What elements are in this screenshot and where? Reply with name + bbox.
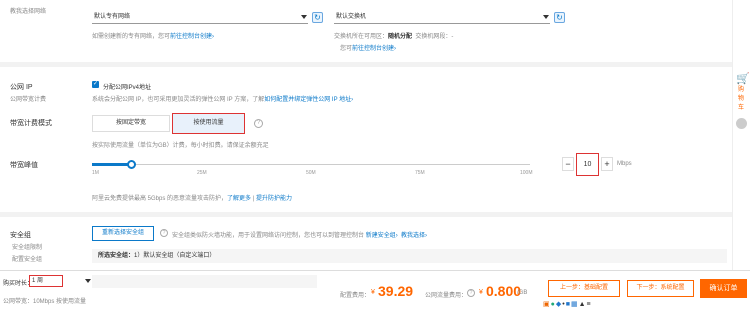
bandwidth-label: 带宽峰值 [10, 162, 38, 169]
vpc-console-link[interactable]: 前往控制台创建› [170, 34, 214, 40]
vswitch-select[interactable]: 默认交换机 [334, 12, 550, 24]
bandwidth-increment-button[interactable]: + [601, 157, 613, 171]
learn-more-link[interactable]: 了解更多 [227, 196, 251, 202]
traffic-fee-label: 公网流量费用： [425, 293, 468, 299]
billing-desc: 按实际使用流量（单位为GB）计费，每小时扣费。请保证余额充足 [92, 143, 269, 149]
slider-tick: 50M [306, 170, 316, 176]
confirm-order-button[interactable]: 确认订单 [700, 279, 747, 298]
traffic-fee-value: 0.800 [486, 283, 522, 299]
vswitch-select-value: 默认交换机 [336, 14, 367, 20]
vpc-select[interactable]: 默认专有网络 [92, 12, 308, 24]
bandwidth-slider-track[interactable] [92, 164, 530, 165]
config-fee-currency: ¥ [371, 289, 375, 296]
order-footer: 购买时长： 1 周 公网带宽：10Mbps 按使用流量 配置费用： ¥ 39.2… [0, 270, 750, 313]
user-icon[interactable]: ▲ [579, 301, 587, 308]
cart-label[interactable]: 购物车 [738, 86, 746, 113]
slider-tick: 1M [92, 170, 99, 176]
vswitch-zone-info: 交换机所在可用区：随机分配 交换机网段：- [334, 34, 454, 40]
vswitch-hint: 您可前往控制台创建› [340, 46, 397, 52]
chevron-down-icon[interactable] [85, 279, 91, 283]
public-ip-checkbox-label: 分配公网IPv4地址 [103, 85, 152, 91]
traffic-fee-currency: ¥ [479, 289, 483, 296]
bandwidth-unit: Mbps [617, 161, 632, 167]
app-icon[interactable]: ▣ [543, 301, 551, 308]
selected-security-group: 所选安全组：1）默认安全组（自定义端口） [92, 249, 727, 263]
prev-step-button[interactable]: 上一步：基础配置 [548, 280, 620, 297]
vpc-select-value: 默认专有网络 [94, 14, 131, 20]
right-sidebar: 🛒 购物车 [732, 0, 750, 270]
billing-fixed-button[interactable]: 按固定带宽 [92, 115, 170, 132]
refresh-vpc-icon[interactable]: ↻ [312, 12, 323, 23]
security-group-label: 安全组 [10, 232, 31, 239]
billing-mode-label: 带宽计费模式 [10, 120, 52, 127]
help-icon[interactable]: ? [254, 119, 263, 128]
security-group-sub1: 安全组限制 [12, 245, 43, 251]
config-fee-value: 39.29 [378, 283, 414, 299]
network-label: 教我选择网络 [10, 9, 47, 15]
bandwidth-desc: 阿里云免费提供最高 5Gbps 的恶意流量攻击防护，了解更多 | 提升防护能力 [92, 196, 292, 202]
chevron-down-icon [301, 15, 307, 19]
help-choose-link[interactable]: 教我选择› [401, 233, 427, 239]
toolbar-icons[interactable]: ▣●◆•■▦▲≡ [543, 300, 633, 310]
bandwidth-decrement-button[interactable]: − [562, 157, 574, 171]
refresh-vswitch-icon[interactable]: ↻ [554, 12, 565, 23]
traffic-fee-unit: /GB [517, 290, 528, 296]
section-divider [0, 62, 750, 67]
reselect-security-group-button[interactable]: 重新选择安全组 [92, 226, 154, 241]
public-ip-label: 公网 IP [10, 84, 33, 91]
cart-icon[interactable]: 🛒 [736, 72, 750, 85]
vpc-hint: 如需创建新的专有网络，您可前往控制台创建› [92, 34, 215, 40]
next-step-button[interactable]: 下一步：系统配置 [627, 280, 694, 297]
public-ip-checkbox[interactable]: ✓ [92, 81, 99, 88]
settings-icon[interactable] [736, 118, 747, 129]
security-desc: 安全组类似防火墙功能，用于设置网络访问控制，您也可以到管理控制台 新建安全组› … [172, 233, 428, 239]
bandwidth-input[interactable]: 10 [576, 153, 599, 176]
improve-protection-link[interactable]: 提升防护能力 [256, 196, 292, 202]
slider-tick: 25M [197, 170, 207, 176]
help-icon[interactable]: ? [160, 229, 168, 237]
chevron-down-icon [543, 15, 549, 19]
menu-icon[interactable]: ≡ [587, 301, 592, 308]
bandwidth-slider-fill [92, 163, 132, 166]
bandwidth-summary: 公网带宽：10Mbps 按使用流量 [3, 299, 87, 305]
section-divider [0, 212, 750, 217]
grid-icon[interactable]: ▦ [571, 301, 579, 308]
vswitch-console-link[interactable]: 前往控制台创建› [352, 46, 396, 52]
duration-select[interactable]: 1 周 [29, 275, 63, 287]
slider-tick: 75M [415, 170, 425, 176]
public-ip-desc: 系统会分配公网 IP，也可采用更加灵活的弹性公网 IP 方案，了解如何配置并绑定… [92, 97, 354, 103]
security-group-sub2: 配置安全组 [12, 257, 43, 263]
duration-bar [92, 275, 317, 288]
bandwidth-slider-handle[interactable] [127, 160, 137, 169]
slider-tick: 100M [520, 170, 533, 176]
help-icon[interactable]: ? [467, 289, 475, 297]
eip-link[interactable]: 如何配置并绑定弹性公网 IP 地址› [264, 97, 353, 103]
new-security-group-link[interactable]: 新建安全组› [366, 233, 398, 239]
billing-traffic-button[interactable]: 按使用流量 [172, 113, 245, 134]
config-fee-label: 配置费用： [340, 293, 371, 299]
public-ip-sublabel: 公网带宽计费 [10, 97, 47, 103]
